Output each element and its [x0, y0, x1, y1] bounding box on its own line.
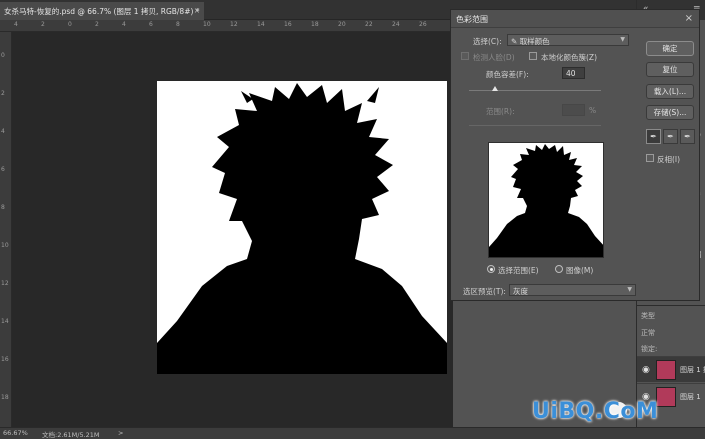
- ok-button[interactable]: 确定: [646, 41, 694, 56]
- layer-row[interactable]: ◉ 图层 1 拷贝: [637, 356, 705, 382]
- eyedropper-icon: ✎: [511, 37, 518, 46]
- preview-mode-value: 灰度: [513, 287, 528, 296]
- selection-preview-label: 选区预览(T):: [463, 287, 506, 296]
- ruler-tick-label: 16: [284, 21, 292, 28]
- ruler-tick-label: 6: [149, 21, 153, 28]
- layer-filter-kind[interactable]: 类型: [641, 311, 655, 321]
- blend-mode-select[interactable]: 正常: [641, 328, 655, 338]
- fuzziness-input[interactable]: 40: [562, 67, 585, 79]
- ruler-tick-label: 16: [1, 356, 9, 363]
- ruler-tick-label: 4: [1, 128, 5, 135]
- status-bar: 66.67% 文档:2.61M/5.21M >: [0, 427, 705, 439]
- ruler-tick-label: 8: [1, 204, 5, 211]
- ruler-tick-label: 10: [203, 21, 211, 28]
- close-icon[interactable]: ×: [194, 6, 200, 15]
- selection-radio-label: 选择范围(E): [498, 266, 539, 275]
- fuzziness-label: 颜色容差(F):: [486, 70, 529, 79]
- mask-silhouette: [157, 83, 447, 374]
- dialog-title: 色彩范围: [456, 15, 488, 24]
- range-input[interactable]: [562, 104, 585, 116]
- document-size-info: 文档:2.61M/5.21M: [42, 431, 100, 439]
- ruler-tick-label: 14: [257, 21, 265, 28]
- select-value: 取样颜色: [519, 37, 550, 46]
- preview-silhouette: [489, 144, 603, 257]
- image-radio-label: 图像(M): [566, 266, 594, 275]
- ruler-tick-label: 24: [392, 21, 400, 28]
- detect-faces-label: 检测人脸(D): [473, 53, 515, 62]
- selection-preview[interactable]: [488, 142, 604, 258]
- range-unit: %: [589, 106, 597, 115]
- ruler-tick-label: 6: [1, 166, 5, 173]
- ruler-tick-label: 20: [338, 21, 346, 28]
- ruler-tick-label: 0: [1, 52, 5, 59]
- ruler-tick-label: 8: [176, 21, 180, 28]
- ruler-tick-label: 2: [1, 90, 5, 97]
- fuzziness-slider-track[interactable]: [469, 90, 601, 91]
- reset-button[interactable]: 复位: [646, 62, 694, 77]
- ruler-tick-label: 12: [1, 280, 9, 287]
- ruler-tick-label: 14: [1, 318, 9, 325]
- ruler-tick-label: 10: [1, 242, 9, 249]
- document-tab-title: 女杀马特-恢复的.psd @ 66.7% (图层 1 拷贝, RGB/8#) *: [4, 7, 200, 16]
- ruler-tick-label: 0: [68, 21, 72, 28]
- range-label: 范围(R):: [486, 107, 515, 116]
- eyedropper-icon[interactable]: ✒: [646, 129, 661, 144]
- chevron-down-icon: ▼: [627, 286, 632, 293]
- eyedropper-minus-icon[interactable]: ✒: [680, 129, 695, 144]
- ruler-tick-label: 22: [365, 21, 373, 28]
- ruler-tick-label: 18: [311, 21, 319, 28]
- document-image[interactable]: [157, 81, 447, 374]
- image-radio[interactable]: [555, 265, 563, 273]
- status-menu-arrow[interactable]: >: [118, 429, 123, 437]
- localized-clusters-checkbox[interactable]: [529, 52, 537, 60]
- document-tab[interactable]: 女杀马特-恢复的.psd @ 66.7% (图层 1 拷贝, RGB/8#) *…: [0, 2, 204, 20]
- invert-checkbox[interactable]: [646, 154, 654, 162]
- localized-clusters-label: 本地化颜色簇(Z): [541, 53, 597, 62]
- selection-radio[interactable]: [487, 265, 495, 273]
- ruler-tick-label: 18: [1, 394, 9, 401]
- ruler-tick-label: 2: [41, 21, 45, 28]
- layer-name[interactable]: 图层 1: [680, 392, 701, 402]
- zoom-readout[interactable]: 66.67%: [3, 429, 28, 437]
- eyedropper-plus-icon[interactable]: ✒: [663, 129, 678, 144]
- selection-preview-dropdown[interactable]: 灰度 ▼: [509, 284, 636, 296]
- layer-thumbnail: [656, 360, 676, 380]
- layer-name[interactable]: 图层 1 拷贝: [680, 365, 705, 375]
- color-range-dialog: 色彩范围 × 选择(C): ✎ 取样颜色 ▼ 检测人脸(D) 本地化颜色簇(Z)…: [450, 9, 700, 301]
- dialog-title-bar[interactable]: 色彩范围 ×: [451, 10, 699, 28]
- invert-label: 反相(I): [657, 155, 681, 164]
- save-button[interactable]: 存储(S)...: [646, 105, 694, 120]
- range-slider-track[interactable]: [469, 125, 601, 126]
- eye-icon[interactable]: ◉: [642, 365, 650, 375]
- horizontal-ruler: 4 2 0 2 4 6 8 10 12 14 16 18 20 22 24 26: [0, 20, 455, 32]
- ruler-tick-label: 12: [230, 21, 238, 28]
- ruler-tick-label: 26: [419, 21, 427, 28]
- chevron-down-icon: ▼: [620, 36, 625, 43]
- photoshop-window: 女杀马特-恢复的.psd @ 66.7% (图层 1 拷贝, RGB/8#) *…: [0, 0, 705, 439]
- layer-thumbnail: [656, 387, 676, 407]
- ruler-tick-label: 2: [95, 21, 99, 28]
- close-icon[interactable]: ×: [685, 13, 693, 24]
- vertical-ruler: 0 2 4 6 8 10 12 14 16 18: [0, 32, 12, 427]
- ruler-tick-label: 4: [122, 21, 126, 28]
- detect-faces-checkbox[interactable]: [461, 52, 469, 60]
- lock-label: 锁定:: [641, 345, 658, 353]
- load-button[interactable]: 载入(L)...: [646, 84, 694, 99]
- ruler-tick-label: 4: [14, 21, 18, 28]
- select-dropdown[interactable]: ✎ 取样颜色 ▼: [507, 34, 629, 46]
- watermark-logo: UiBQ.CoM: [532, 399, 659, 424]
- select-label: 选择(C):: [473, 37, 502, 46]
- fuzziness-slider-thumb[interactable]: [492, 86, 499, 91]
